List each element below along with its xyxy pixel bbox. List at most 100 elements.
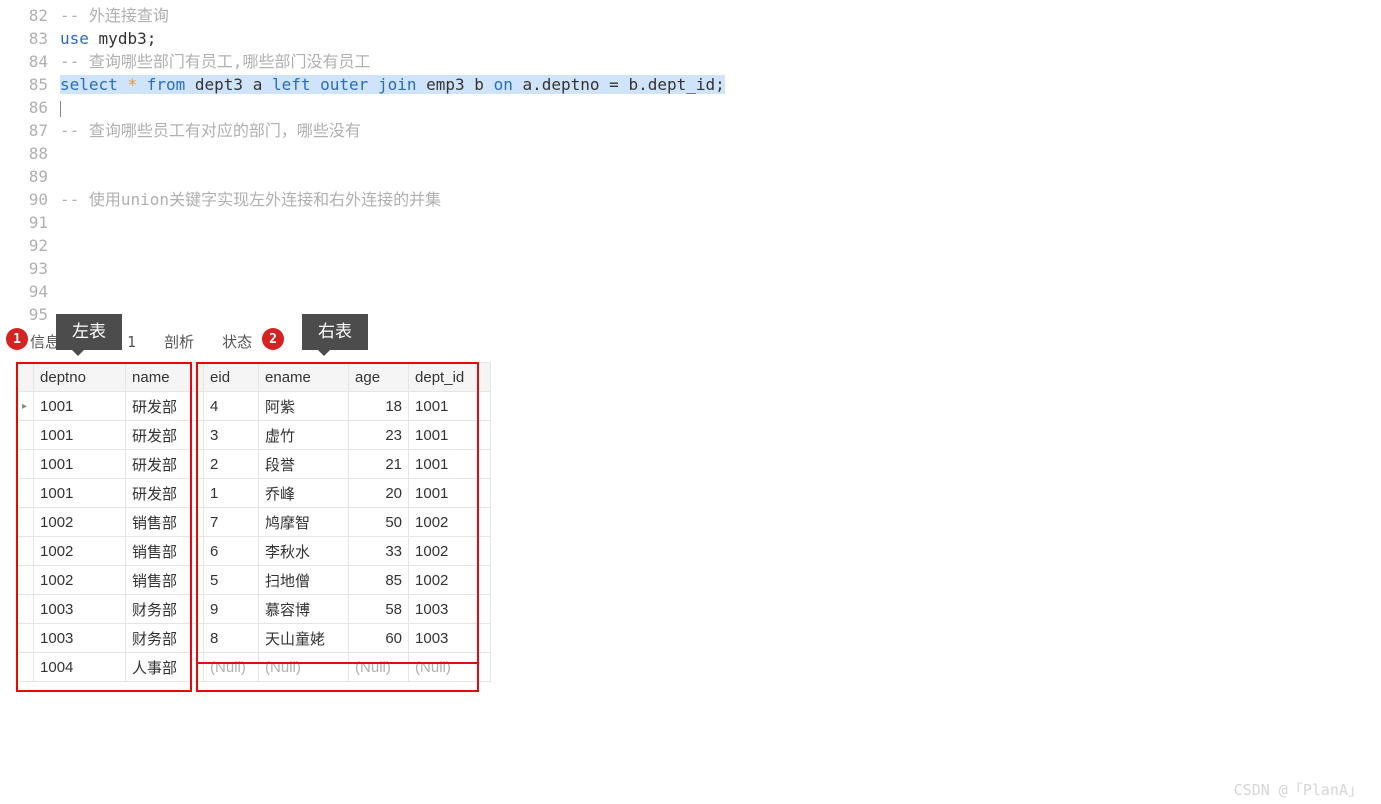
cell-age[interactable]: 60: [349, 624, 409, 653]
column-header[interactable]: ename: [259, 363, 349, 392]
table-row[interactable]: 1002销售部7鸠摩智501002: [16, 508, 491, 537]
code-line[interactable]: 84-- 查询哪些部门有员工,哪些部门没有员工: [0, 50, 1381, 73]
code-line[interactable]: 86: [0, 96, 1381, 119]
table-row[interactable]: 1001研发部3虚竹231001: [16, 421, 491, 450]
code-content[interactable]: [60, 96, 61, 119]
cell-eid[interactable]: 8: [204, 624, 259, 653]
cell-name[interactable]: 研发部: [126, 421, 204, 450]
cell-deptno[interactable]: 1004: [34, 653, 126, 682]
cell-dept_id[interactable]: 1003: [409, 624, 491, 653]
cell-age[interactable]: 85: [349, 566, 409, 595]
cell-name[interactable]: 销售部: [126, 537, 204, 566]
cell-ename[interactable]: 扫地僧: [259, 566, 349, 595]
code-content[interactable]: select * from dept3 a left outer join em…: [60, 73, 725, 96]
cell-deptno[interactable]: 1002: [34, 508, 126, 537]
cell-eid[interactable]: 9: [204, 595, 259, 624]
code-line[interactable]: 89: [0, 165, 1381, 188]
cell-deptno[interactable]: 1001: [34, 392, 126, 421]
code-line[interactable]: 85select * from dept3 a left outer join …: [0, 73, 1381, 96]
cell-eid[interactable]: 3: [204, 421, 259, 450]
cell-age[interactable]: (Null): [349, 653, 409, 682]
cell-name[interactable]: 财务部: [126, 595, 204, 624]
code-content[interactable]: -- 查询哪些员工有对应的部门，哪些没有: [60, 119, 361, 142]
cell-deptno[interactable]: 1003: [34, 624, 126, 653]
cell-ename[interactable]: (Null): [259, 653, 349, 682]
column-header[interactable]: eid: [204, 363, 259, 392]
cell-dept_id[interactable]: 1001: [409, 421, 491, 450]
cell-ename[interactable]: 阿紫: [259, 392, 349, 421]
cell-name[interactable]: 研发部: [126, 450, 204, 479]
cell-ename[interactable]: 段誉: [259, 450, 349, 479]
table-row[interactable]: 1004人事部(Null)(Null)(Null)(Null): [16, 653, 491, 682]
code-line[interactable]: 94: [0, 280, 1381, 303]
cell-eid[interactable]: 2: [204, 450, 259, 479]
cell-dept_id[interactable]: 1002: [409, 537, 491, 566]
code-content[interactable]: -- 外连接查询: [60, 4, 169, 27]
cell-dept_id[interactable]: 1002: [409, 508, 491, 537]
cell-dept_id[interactable]: 1001: [409, 392, 491, 421]
cell-name[interactable]: 销售部: [126, 566, 204, 595]
cell-dept_id[interactable]: 1001: [409, 450, 491, 479]
cell-deptno[interactable]: 1001: [34, 421, 126, 450]
code-line[interactable]: 88: [0, 142, 1381, 165]
cell-deptno[interactable]: 1003: [34, 595, 126, 624]
cell-ename[interactable]: 慕容博: [259, 595, 349, 624]
cell-eid[interactable]: 1: [204, 479, 259, 508]
code-line[interactable]: 82-- 外连接查询: [0, 4, 1381, 27]
cell-name[interactable]: 人事部: [126, 653, 204, 682]
table-row[interactable]: 1001研发部1乔峰201001: [16, 479, 491, 508]
code-line[interactable]: 87-- 查询哪些员工有对应的部门，哪些没有: [0, 119, 1381, 142]
column-header[interactable]: name: [126, 363, 204, 392]
cell-eid[interactable]: 5: [204, 566, 259, 595]
table-row[interactable]: 1003财务部8天山童姥601003: [16, 624, 491, 653]
table-row[interactable]: 1001研发部2段誉211001: [16, 450, 491, 479]
cell-name[interactable]: 销售部: [126, 508, 204, 537]
cell-name[interactable]: 研发部: [126, 479, 204, 508]
table-row[interactable]: 1003财务部9慕容博581003: [16, 595, 491, 624]
cell-ename[interactable]: 鸠摩智: [259, 508, 349, 537]
cell-age[interactable]: 50: [349, 508, 409, 537]
result-table[interactable]: deptnonameeidenameagedept_id1001研发部4阿紫18…: [16, 362, 491, 682]
cell-age[interactable]: 58: [349, 595, 409, 624]
cell-ename[interactable]: 乔峰: [259, 479, 349, 508]
code-line[interactable]: 90-- 使用union关键字实现左外连接和右外连接的并集: [0, 188, 1381, 211]
table-row[interactable]: 1002销售部6李秋水331002: [16, 537, 491, 566]
cell-eid[interactable]: 7: [204, 508, 259, 537]
table-row[interactable]: 1002销售部5扫地僧851002: [16, 566, 491, 595]
cell-eid[interactable]: 6: [204, 537, 259, 566]
cell-eid[interactable]: 4: [204, 392, 259, 421]
tab-profile[interactable]: 剖析: [150, 326, 208, 358]
cell-name[interactable]: 财务部: [126, 624, 204, 653]
column-header[interactable]: age: [349, 363, 409, 392]
table-row[interactable]: 1001研发部4阿紫181001: [16, 392, 491, 421]
cell-deptno[interactable]: 1002: [34, 537, 126, 566]
code-content[interactable]: -- 使用union关键字实现左外连接和右外连接的并集: [60, 188, 441, 211]
cell-age[interactable]: 33: [349, 537, 409, 566]
cell-dept_id[interactable]: 1002: [409, 566, 491, 595]
cell-ename[interactable]: 李秋水: [259, 537, 349, 566]
cell-ename[interactable]: 虚竹: [259, 421, 349, 450]
cell-dept_id[interactable]: 1001: [409, 479, 491, 508]
code-content[interactable]: -- 查询哪些部门有员工,哪些部门没有员工: [60, 50, 371, 73]
cell-eid[interactable]: (Null): [204, 653, 259, 682]
column-header[interactable]: dept_id: [409, 363, 491, 392]
tab-status[interactable]: 状态: [208, 326, 266, 358]
cell-dept_id[interactable]: (Null): [409, 653, 491, 682]
code-line[interactable]: 91: [0, 211, 1381, 234]
code-content[interactable]: use mydb3;: [60, 27, 156, 50]
cell-age[interactable]: 18: [349, 392, 409, 421]
cell-deptno[interactable]: 1001: [34, 479, 126, 508]
code-line[interactable]: 83use mydb3;: [0, 27, 1381, 50]
code-line[interactable]: 92: [0, 234, 1381, 257]
code-editor[interactable]: 82-- 外连接查询83use mydb3;84-- 查询哪些部门有员工,哪些部…: [0, 0, 1381, 326]
cell-age[interactable]: 20: [349, 479, 409, 508]
cell-deptno[interactable]: 1002: [34, 566, 126, 595]
code-line[interactable]: 95: [0, 303, 1381, 326]
cell-ename[interactable]: 天山童姥: [259, 624, 349, 653]
cell-age[interactable]: 23: [349, 421, 409, 450]
cell-deptno[interactable]: 1001: [34, 450, 126, 479]
code-line[interactable]: 93: [0, 257, 1381, 280]
cell-age[interactable]: 21: [349, 450, 409, 479]
cell-name[interactable]: 研发部: [126, 392, 204, 421]
cell-dept_id[interactable]: 1003: [409, 595, 491, 624]
